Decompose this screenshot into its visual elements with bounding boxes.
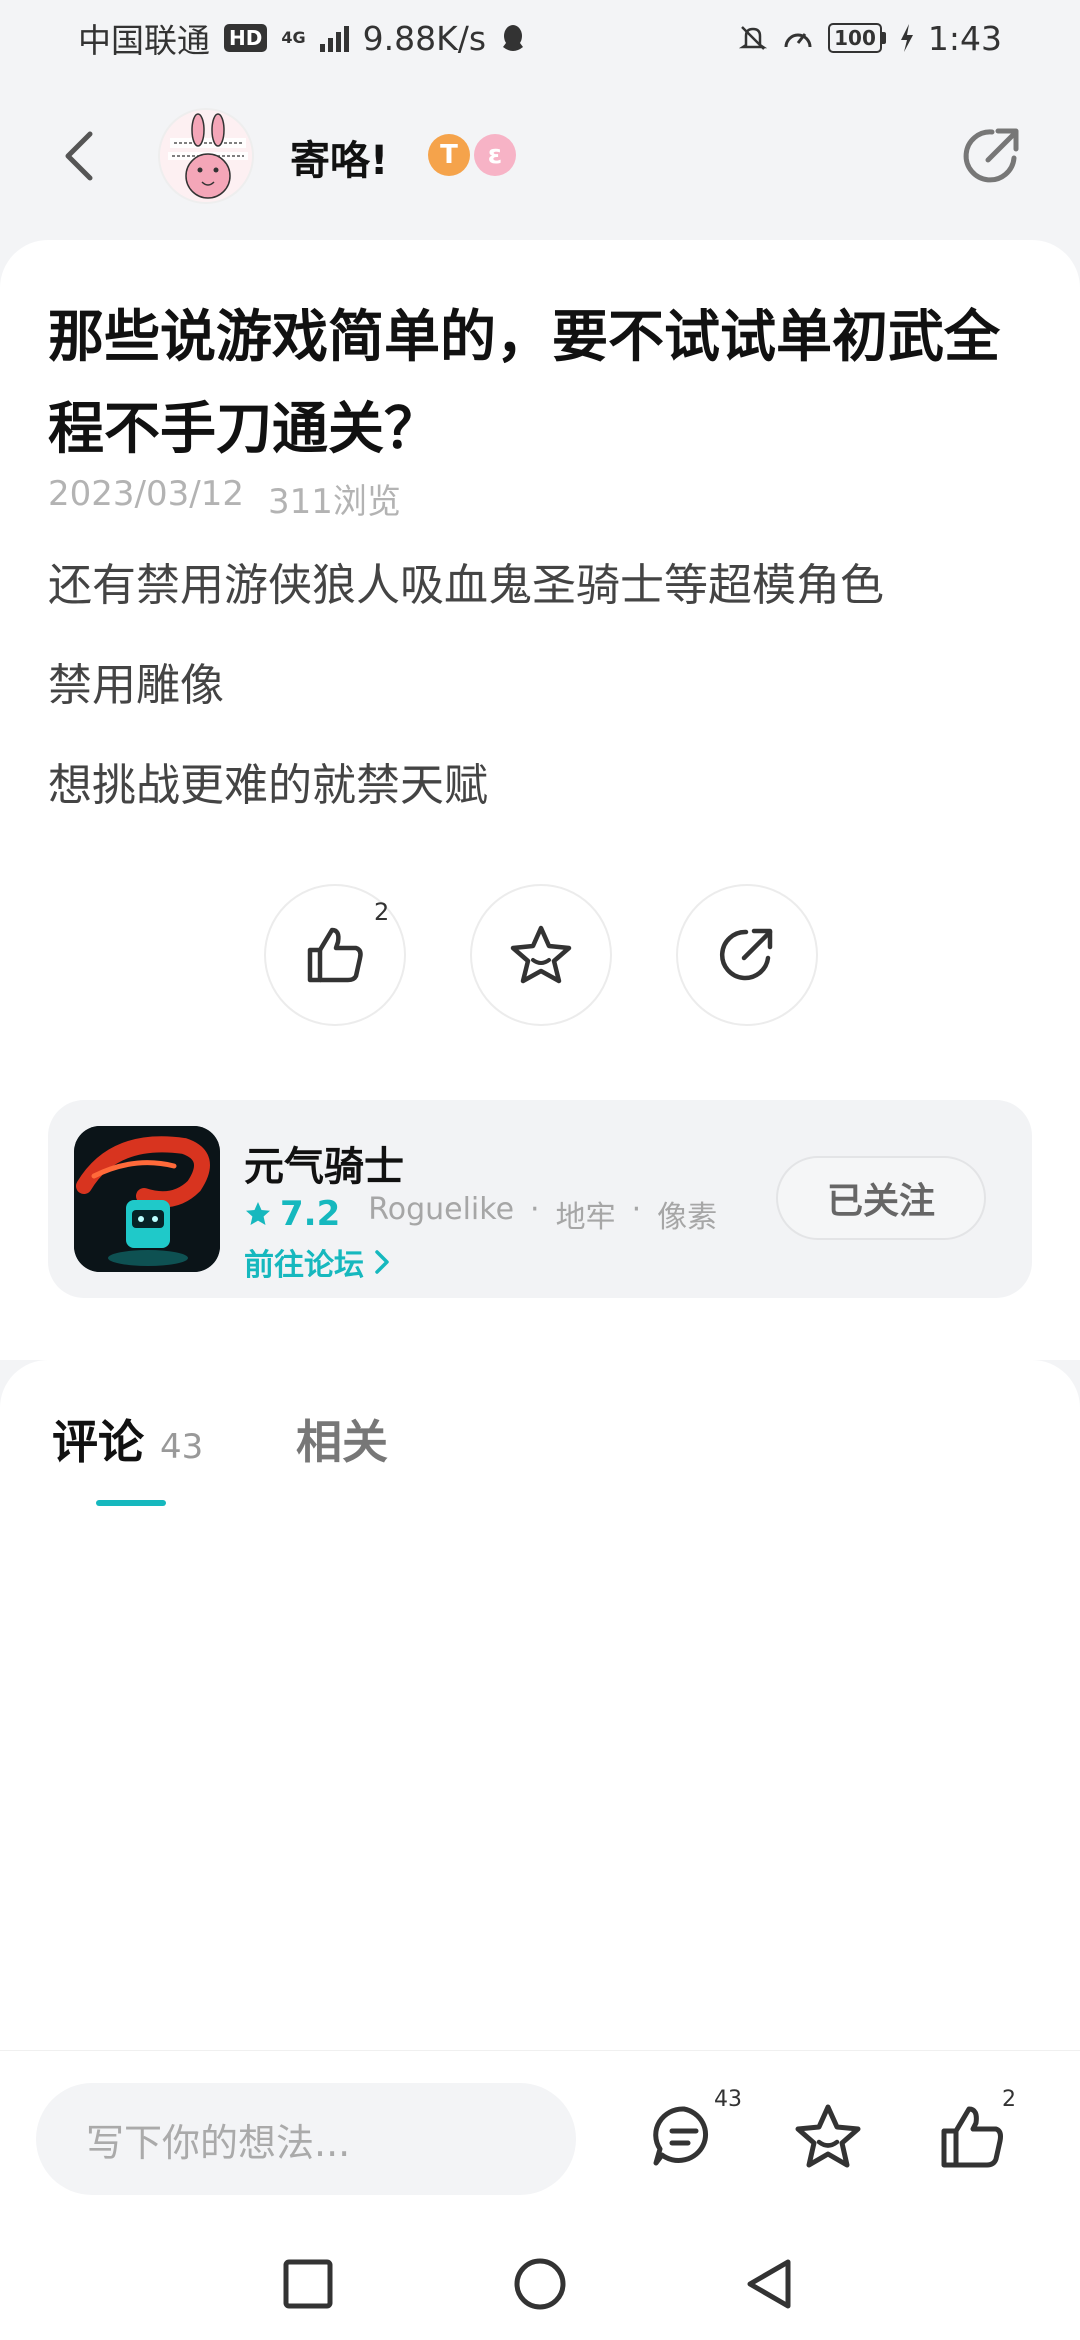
signal-icon — [319, 24, 349, 52]
post-actions: 2 — [264, 884, 818, 1026]
chevron-right-icon — [375, 1250, 389, 1274]
post-card: 那些说游戏简单的，要不试试单初武全程不手刀通关？ 2023/03/12 311浏… — [0, 240, 1080, 1360]
forum-link-label: 前往论坛 — [244, 1248, 364, 1283]
post-body: 还有禁用游侠狼人吸血鬼圣骑士等超模角色 禁用雕像 想挑战更难的就禁天赋 — [48, 560, 884, 860]
system-nav-bar — [0, 2230, 1080, 2340]
status-right: 100 1:43 — [738, 19, 1002, 58]
comment-input[interactable]: 写下你的想法... — [36, 2083, 576, 2195]
tab-comments-label: 评论 — [52, 1415, 144, 1469]
rabbit-avatar-icon — [160, 110, 252, 202]
carrier-label: 中国联通 — [78, 21, 210, 60]
share-button[interactable] — [958, 122, 1026, 190]
back-arrow-icon — [65, 131, 93, 181]
share-icon — [720, 928, 773, 981]
game-tag: Roguelike — [368, 1192, 515, 1227]
like-bottom-button[interactable] — [936, 2101, 1008, 2173]
follow-button[interactable]: 已关注 — [776, 1156, 986, 1240]
like-count: 2 — [374, 898, 390, 926]
comment-count: 43 — [714, 2087, 742, 2112]
share-post-button[interactable] — [676, 884, 818, 1026]
home-button[interactable] — [512, 2256, 568, 2312]
battery-level: 100 — [828, 23, 882, 53]
badge-e-icon: ε — [474, 134, 516, 176]
post-views: 311浏览 — [267, 482, 401, 522]
back-button[interactable] — [50, 126, 110, 186]
game-tag: 地牢 — [555, 1200, 616, 1235]
charging-icon — [900, 24, 913, 52]
hd-badge: HD — [224, 24, 268, 52]
soul-knight-icon — [74, 1126, 220, 1272]
rating-value: 7.2 — [280, 1194, 341, 1234]
speed-gauge-icon — [784, 33, 812, 48]
game-card[interactable]: 元气骑士 7.2 Roguelike · 地牢 · 像素 前往论坛 已关注 — [48, 1100, 1032, 1298]
circle-icon — [514, 2258, 566, 2310]
author-name[interactable]: 寄咯! — [290, 128, 388, 186]
qq-icon — [503, 25, 524, 51]
post-paragraph: 想挑战更难的就禁天赋 — [48, 760, 488, 811]
favorite-bottom-button[interactable] — [792, 2101, 864, 2173]
nav-back-button[interactable] — [742, 2256, 798, 2312]
battery-icon: 100 — [828, 23, 886, 53]
game-tag: 像素 — [657, 1200, 718, 1235]
status-left: 中国联通 HD 4G 9.88K/s — [78, 14, 526, 62]
game-name: 元气骑士 — [244, 1144, 404, 1190]
post-paragraph: 禁用雕像 — [48, 660, 224, 711]
post-header: 寄咯! T ε — [0, 100, 1080, 212]
bottom-action-bar: 写下你的想法... 43 2 — [0, 2050, 1080, 2230]
mute-bell-icon — [739, 26, 768, 50]
share-icon — [963, 128, 1019, 183]
star-icon — [795, 2104, 861, 2168]
recent-apps-button[interactable] — [280, 2256, 336, 2312]
status-bar: 中国联通 HD 4G 9.88K/s 100 1:43 — [0, 0, 1080, 76]
forum-link[interactable]: 前往论坛 — [244, 1240, 390, 1284]
star-icon — [510, 925, 572, 984]
network-speed: 9.88K/s — [362, 18, 487, 58]
square-icon — [283, 2259, 333, 2309]
comment-bubble-icon — [653, 2106, 709, 2166]
tag-separator: · — [530, 1192, 540, 1227]
favorite-button[interactable] — [470, 884, 612, 1026]
tab-related[interactable]: 相关 — [296, 1406, 388, 1472]
post-date: 2023/03/12 — [48, 474, 244, 514]
author-avatar[interactable] — [158, 108, 254, 204]
rating-star-icon — [246, 1202, 270, 1225]
game-icon — [74, 1126, 220, 1272]
post-title: 那些说游戏简单的，要不试试单初武全程不手刀通关？ — [48, 305, 1000, 462]
thumbs-up-icon — [307, 927, 363, 983]
comments-button[interactable] — [648, 2101, 720, 2173]
like-count: 2 — [1002, 2087, 1016, 2112]
game-rating: 7.2 Roguelike · 地牢 · 像素 — [244, 1192, 717, 1236]
triangle-back-icon — [747, 2259, 791, 2309]
thumbs-up-icon — [941, 2106, 1003, 2168]
comments-panel: 评论 43 相关 — [0, 1360, 1080, 2050]
clock: 1:43 — [927, 18, 1002, 58]
network-type: 4G — [281, 28, 306, 47]
badge-t-icon: T — [428, 134, 470, 176]
post-meta: 2023/03/12 311浏览 — [48, 474, 401, 523]
tab-comments-count: 43 — [160, 1427, 204, 1467]
post-paragraph: 还有禁用游侠狼人吸血鬼圣骑士等超模角色 — [48, 560, 884, 611]
tab-active-indicator — [96, 1500, 166, 1506]
like-button[interactable]: 2 — [264, 884, 406, 1026]
game-tags: Roguelike · 地牢 · 像素 — [368, 1192, 717, 1236]
tab-comments[interactable]: 评论 43 — [52, 1406, 203, 1472]
tag-separator: · — [631, 1192, 642, 1227]
